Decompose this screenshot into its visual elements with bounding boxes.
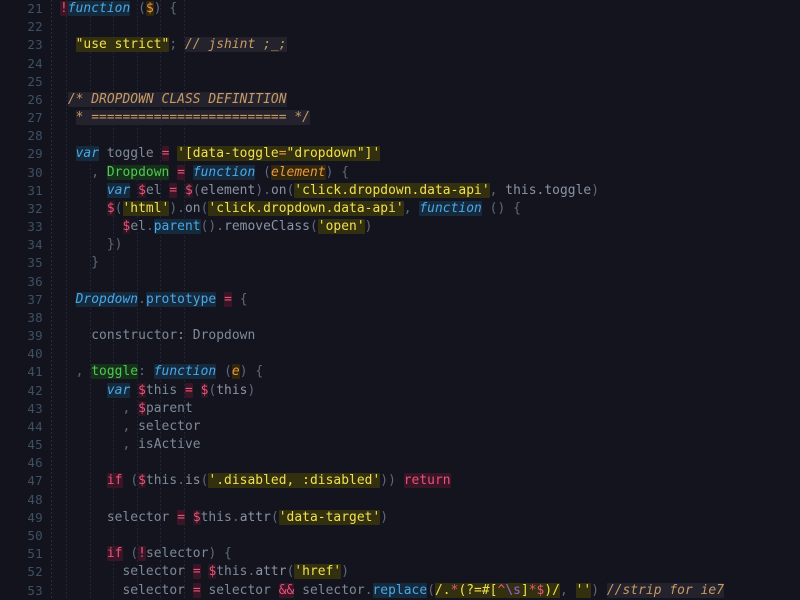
code-line-30: , Dropdown = function (element) { bbox=[91, 164, 350, 180]
line-number: 46 bbox=[27, 455, 43, 471]
code-line-39: constructor: Dropdown bbox=[91, 328, 256, 344]
line-number: 47 bbox=[27, 473, 43, 489]
line-number: 24 bbox=[27, 55, 43, 71]
line-number: 27 bbox=[27, 110, 43, 126]
line-number: 22 bbox=[27, 19, 43, 35]
line-number: 49 bbox=[27, 509, 43, 525]
code-line-23: "use strict"; // jshint ;_; bbox=[75, 37, 287, 53]
line-number: 39 bbox=[27, 328, 43, 344]
code-line-49: selector = $this.attr('data-target') bbox=[106, 509, 389, 525]
code-content[interactable]: !function ($) { "use strict"; // jshint … bbox=[52, 0, 800, 600]
code-line-27: * ========================= */ bbox=[75, 110, 310, 126]
code-line-42: var $this = $(this) bbox=[106, 382, 256, 398]
line-number: 51 bbox=[27, 546, 43, 562]
line-number: 40 bbox=[27, 346, 43, 362]
line-number: 33 bbox=[27, 219, 43, 235]
line-number: 28 bbox=[27, 128, 43, 144]
code-line-29: var toggle = '[data-toggle="dropdown"]' bbox=[75, 146, 381, 162]
line-number: 45 bbox=[27, 437, 43, 453]
line-number: 31 bbox=[27, 182, 43, 198]
code-line-44: , selector bbox=[122, 418, 201, 434]
line-number: 29 bbox=[27, 146, 43, 162]
code-line-43: , $parent bbox=[122, 400, 193, 416]
line-number: 48 bbox=[27, 491, 43, 507]
code-line-31: var $el = $(element).on('click.dropdown.… bbox=[106, 182, 600, 198]
line-number: 35 bbox=[27, 255, 43, 271]
code-line-47: if ($this.is('.disabled, :disabled')) re… bbox=[106, 473, 451, 489]
code-line-51: if (!selector) { bbox=[106, 546, 232, 562]
code-line-52: selector = $this.attr('href') bbox=[122, 564, 350, 580]
code-line-45: , isActive bbox=[122, 437, 201, 453]
line-number: 21 bbox=[27, 1, 43, 16]
line-number: 34 bbox=[27, 237, 43, 253]
line-number: 42 bbox=[27, 382, 43, 398]
line-number: 36 bbox=[27, 273, 43, 289]
code-line-32: $('html').on('click.dropdown.data-api', … bbox=[106, 200, 521, 216]
code-line-37: Dropdown.prototype = { bbox=[75, 291, 248, 307]
line-number: 44 bbox=[27, 418, 43, 434]
code-editor[interactable]: 21 22 23 24 25 26 27 28 29 30 31 32 33 34 35 36 37 38 39 40… bbox=[0, 0, 800, 600]
line-number: 23 bbox=[27, 37, 43, 53]
line-number: 43 bbox=[27, 400, 43, 416]
line-number: 52 bbox=[27, 564, 43, 580]
code-line-33: $el.parent().removeClass('open') bbox=[122, 219, 373, 235]
line-number: 26 bbox=[27, 91, 43, 107]
line-number: 41 bbox=[27, 364, 43, 380]
code-line-53: selector = selector && selector.replace(… bbox=[122, 582, 725, 598]
code-line-26: /* DROPDOWN CLASS DEFINITION bbox=[67, 91, 287, 107]
line-number: 53 bbox=[27, 582, 43, 598]
line-number: 50 bbox=[27, 527, 43, 543]
line-number: 38 bbox=[27, 309, 43, 325]
code-line-21: !function ($) { bbox=[60, 1, 178, 16]
line-number-gutter[interactable]: 21 22 23 24 25 26 27 28 29 30 31 32 33 34 35 36 37 38 39 40… bbox=[0, 0, 52, 600]
code-line-34: }) bbox=[106, 237, 123, 253]
line-number: 37 bbox=[27, 291, 43, 307]
code-line-41: , toggle: function (e) { bbox=[75, 364, 264, 380]
code-line-35: } bbox=[91, 255, 100, 271]
line-number: 25 bbox=[27, 73, 43, 89]
line-number: 32 bbox=[27, 200, 43, 216]
line-number: 30 bbox=[27, 164, 43, 180]
